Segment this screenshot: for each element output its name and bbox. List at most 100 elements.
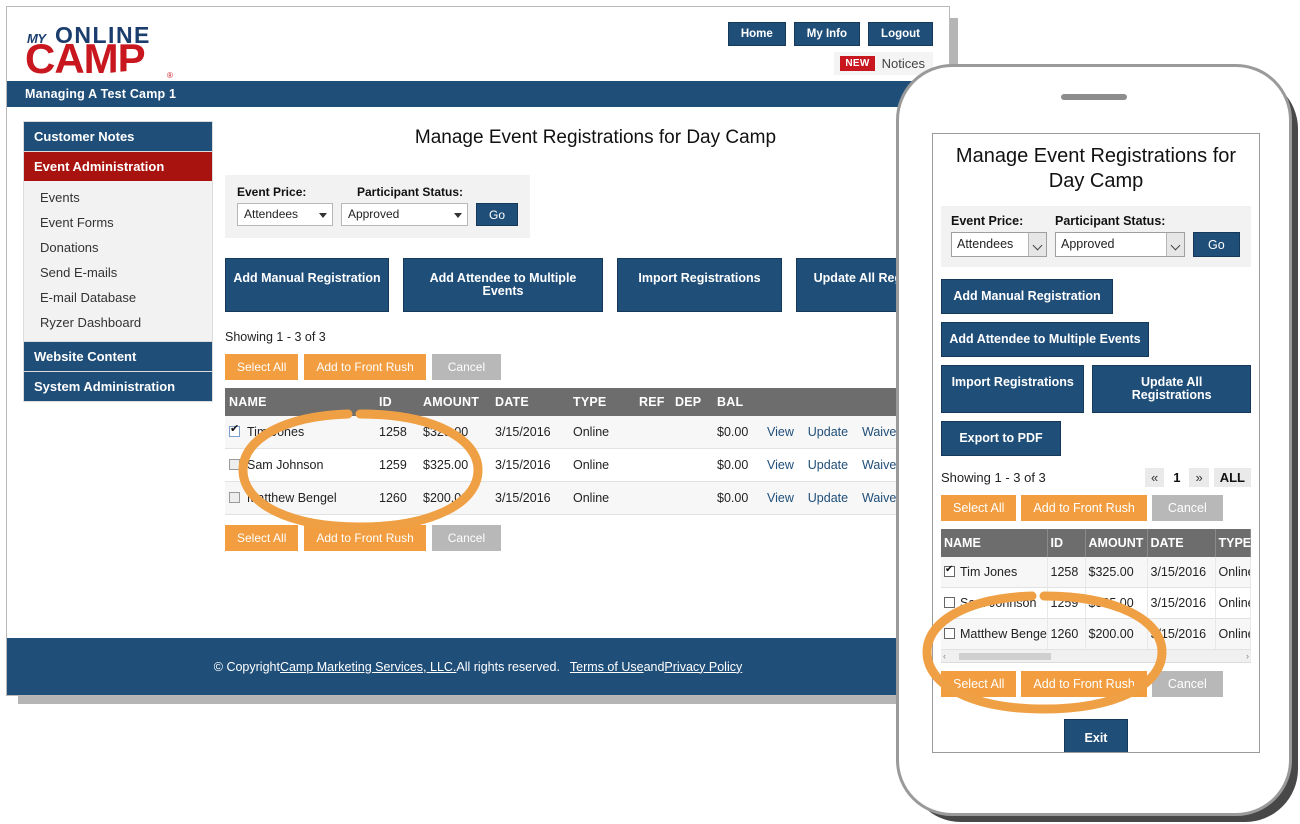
filter-controls: Attendees Approved Go: [237, 203, 518, 226]
column-ref[interactable]: REF: [635, 388, 671, 416]
event-price-select[interactable]: Attendees: [237, 203, 333, 226]
sidebar-item-events[interactable]: Events: [24, 185, 212, 210]
pagination-next-button[interactable]: »: [1189, 468, 1209, 487]
sidebar-item-event-administration[interactable]: Event Administration: [23, 151, 213, 181]
pagination-prev-button[interactable]: «: [1145, 468, 1165, 487]
notices-link[interactable]: NEW Notices: [834, 52, 933, 75]
mobile-add-attendee-multiple-events-button[interactable]: Add Attendee to Multiple Events: [941, 322, 1149, 357]
view-link[interactable]: View: [767, 491, 794, 505]
cell-name: Tim Jones: [225, 416, 375, 449]
sidebar-item-send-emails[interactable]: Send E-mails: [24, 260, 212, 285]
mobile-table-horizontal-scrollbar[interactable]: ‹ ›: [941, 650, 1251, 663]
myonlinecamp-logo[interactable]: MY ONLINE CAMP ®: [25, 17, 195, 82]
column-type[interactable]: TYPE: [569, 388, 635, 416]
cancel-button-bottom[interactable]: Cancel: [431, 525, 502, 551]
mobile-column-amount[interactable]: AMOUNT: [1085, 529, 1148, 557]
column-dep[interactable]: DEP: [671, 388, 713, 416]
sidebar-item-event-forms[interactable]: Event Forms: [24, 210, 212, 235]
go-button[interactable]: Go: [475, 203, 518, 226]
footer-company-link[interactable]: Camp Marketing Services, LLC.: [280, 660, 456, 674]
table-row[interactable]: Sam Johnson 1259 $325.00 3/15/2016 Onlin…: [225, 448, 949, 482]
mobile-add-manual-registration-button[interactable]: Add Manual Registration: [941, 279, 1113, 314]
row-checkbox[interactable]: [944, 563, 955, 577]
scroll-left-arrow-icon[interactable]: ‹: [943, 651, 946, 661]
import-registrations-button[interactable]: Import Registrations: [617, 258, 782, 312]
nav-logout-button[interactable]: Logout: [868, 22, 933, 46]
column-id[interactable]: ID: [375, 388, 419, 416]
sidebar-item-website-content[interactable]: Website Content: [23, 341, 213, 371]
mobile-select-all-button-top[interactable]: Select All: [941, 495, 1017, 521]
row-name-text: Tim Jones: [960, 565, 1018, 579]
mobile-cell-amount: $200.00: [1085, 618, 1148, 650]
cell-type: Online: [569, 416, 635, 449]
mobile-participant-status-select[interactable]: Approved: [1055, 232, 1185, 257]
mobile-event-price-select[interactable]: Attendees: [951, 232, 1047, 257]
sidebar-item-system-administration[interactable]: System Administration: [23, 371, 213, 402]
row-checkbox[interactable]: [229, 492, 240, 503]
table-row[interactable]: Matthew Bengel 1260 $200.00 3/15/2016 On…: [941, 618, 1251, 650]
column-name[interactable]: NAME: [225, 388, 375, 416]
table-row[interactable]: Sam Johnson 1259 $325.00 3/15/2016 Onlin…: [941, 587, 1251, 619]
mobile-column-id[interactable]: ID: [1047, 529, 1086, 557]
column-amount[interactable]: AMOUNT: [419, 388, 491, 416]
chevron-down-icon: [453, 213, 462, 218]
nav-my-info-button[interactable]: My Info: [793, 22, 861, 46]
mobile-cancel-button-top[interactable]: Cancel: [1151, 495, 1223, 521]
participant-status-select[interactable]: Approved: [340, 203, 468, 226]
sidebar-item-ryzer-dashboard[interactable]: Ryzer Dashboard: [24, 310, 212, 335]
update-link[interactable]: Update: [808, 458, 848, 472]
row-checkbox[interactable]: [229, 459, 240, 470]
mobile-cell-type: Online: [1215, 618, 1251, 650]
select-all-button-bottom[interactable]: Select All: [225, 525, 299, 551]
table-row[interactable]: Matthew Bengel 1260 $200.00 3/15/2016 On…: [225, 481, 949, 515]
row-checkbox[interactable]: [229, 423, 240, 437]
scrollbar-thumb[interactable]: [959, 653, 1051, 660]
mobile-column-name[interactable]: NAME: [941, 529, 1048, 557]
select-all-button-top[interactable]: Select All: [225, 354, 299, 380]
nav-home-button[interactable]: Home: [727, 22, 786, 46]
mobile-add-to-front-rush-button-bottom[interactable]: Add to Front Rush: [1021, 671, 1147, 697]
row-checkbox[interactable]: [944, 597, 955, 608]
add-to-front-rush-button-bottom[interactable]: Add to Front Rush: [304, 525, 426, 551]
cell-date: 3/15/2016: [491, 416, 569, 449]
row-name-text: Matthew Bengel: [247, 491, 337, 505]
add-attendee-multiple-events-button[interactable]: Add Attendee to Multiple Events: [403, 258, 603, 312]
view-link[interactable]: View: [767, 425, 794, 439]
mobile-update-all-registrations-button[interactable]: Update All Registrations: [1092, 365, 1251, 413]
cell-ref: [635, 416, 671, 449]
mobile-table-head: NAME ID AMOUNT DATE TYPE: [941, 529, 1251, 557]
footer-privacy-link[interactable]: Privacy Policy: [664, 660, 742, 674]
mobile-export-to-pdf-button[interactable]: Export to PDF: [941, 421, 1061, 456]
mobile-cell-id: 1259: [1047, 587, 1086, 619]
view-link[interactable]: View: [767, 458, 794, 472]
column-bal[interactable]: BAL: [713, 388, 763, 416]
table-row[interactable]: Tim Jones 1258 $325.00 3/15/2016 Online …: [225, 416, 949, 449]
cancel-button-top[interactable]: Cancel: [431, 354, 502, 380]
mobile-import-registrations-button[interactable]: Import Registrations: [941, 365, 1085, 413]
sidebar-item-donations[interactable]: Donations: [24, 235, 212, 260]
desktop-body: Customer Notes Event Administration Even…: [7, 107, 949, 679]
column-date[interactable]: DATE: [491, 388, 569, 416]
mobile-cancel-button-bottom[interactable]: Cancel: [1151, 671, 1223, 697]
footer-terms-link[interactable]: Terms of Use: [570, 660, 644, 674]
update-link[interactable]: Update: [808, 491, 848, 505]
sidebar-item-customer-notes[interactable]: Customer Notes: [23, 121, 213, 151]
row-name-text: Sam Johnson: [247, 458, 324, 472]
table-row[interactable]: Tim Jones 1258 $325.00 3/15/2016 Online: [941, 557, 1251, 588]
mobile-add-to-front-rush-button-top[interactable]: Add to Front Rush: [1021, 495, 1147, 521]
update-link[interactable]: Update: [808, 425, 848, 439]
add-to-front-rush-button-top[interactable]: Add to Front Rush: [304, 354, 426, 380]
sidebar-item-email-database[interactable]: E-mail Database: [24, 285, 212, 310]
add-manual-registration-button[interactable]: Add Manual Registration: [225, 258, 389, 312]
row-checkbox[interactable]: [944, 628, 955, 639]
mobile-table-body: Tim Jones 1258 $325.00 3/15/2016 Online …: [941, 557, 1251, 650]
pagination-all-button[interactable]: ALL: [1213, 468, 1251, 487]
pagination-page-1[interactable]: 1: [1169, 468, 1184, 487]
mobile-select-all-button-bottom[interactable]: Select All: [941, 671, 1017, 697]
scroll-right-arrow-icon[interactable]: ›: [1246, 651, 1249, 661]
mobile-column-date[interactable]: DATE: [1147, 529, 1216, 557]
mobile-go-button[interactable]: Go: [1193, 232, 1240, 257]
mobile-column-type[interactable]: TYPE: [1215, 529, 1251, 557]
mobile-participant-status-label: Participant Status:: [1055, 214, 1166, 228]
mobile-exit-button[interactable]: Exit: [1064, 719, 1128, 752]
